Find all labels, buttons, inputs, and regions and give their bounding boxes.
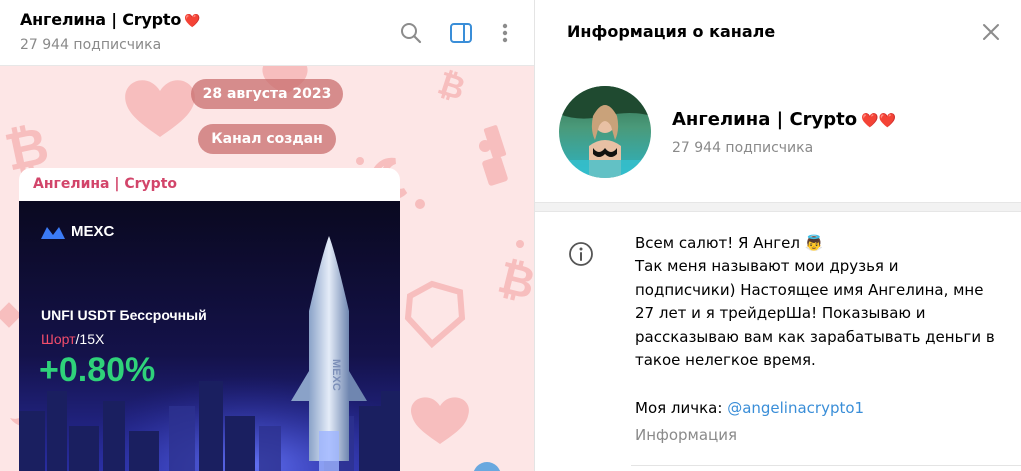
mexc-logo-text: MEXC [71, 223, 115, 240]
contact-line: Моя личка: @angelinacrypto1 [635, 399, 864, 417]
date-separator-pill: 28 августа 2023 [191, 79, 343, 109]
side-panel-icon[interactable] [448, 20, 474, 46]
description-line: рассказываю вам как зарабатывать деньги … [635, 327, 995, 346]
info-section-label: Информация [635, 426, 738, 444]
search-icon[interactable] [398, 20, 424, 46]
mexc-logo: MEXC [41, 223, 114, 240]
info-bottom-divider [631, 465, 1021, 466]
chat-header[interactable]: Ангелина | Crypto ❤️ 27 944 подписчика [0, 0, 534, 66]
position-direction: Шорт [41, 331, 76, 347]
channel-post[interactable]: Ангелина | Crypto MEXC MEXC UNFI USDT Бе… [19, 168, 400, 471]
info-icon [569, 242, 593, 266]
svg-text:₿: ₿ [493, 252, 534, 310]
description-line: подписчики) Настоящее имя Ангелина, мне [635, 280, 984, 299]
channel-description: Всем салют! Я Ангел 👼 Так меня называют … [635, 232, 995, 372]
more-vertical-icon[interactable] [492, 20, 518, 46]
channel-avatar[interactable] [559, 86, 651, 178]
position-side: Шорт/15X [41, 331, 104, 347]
contact-prefix: Моя личка: [635, 399, 728, 417]
description-line: 27 лет и я трейдерШа! Показываю и [635, 304, 926, 323]
chat-subscriber-count: 27 944 подписчика [20, 37, 162, 53]
channel-name-emoji: ❤️❤️ [861, 113, 897, 129]
trading-pair: UNFI USDT Бессрочный [41, 307, 207, 323]
channel-created-pill: Канал создан [198, 124, 336, 154]
avatar-photo [559, 86, 651, 178]
chat-pane: Ангелина | Crypto ❤️ 27 944 подписчика ₿ … [0, 0, 534, 471]
section-divider [535, 202, 1021, 212]
svg-text:₿: ₿ [433, 66, 470, 108]
chat-title-emoji: ❤️ [184, 14, 201, 29]
channel-name-text: Ангелина | Crypto [672, 109, 858, 130]
channel-subscriber-count: 27 944 подписчика [672, 140, 814, 156]
rocket-label: MEXC [330, 359, 342, 391]
description-line: Всем салют! Я Ангел 👼 [635, 234, 824, 252]
post-author[interactable]: Ангелина | Crypto [33, 176, 177, 192]
mexc-logo-icon [41, 226, 65, 239]
description-line: Так меня называют мои друзья и [635, 257, 899, 276]
channel-info-panel: Информация о канале Ангелина | Crypto ❤️❤… [534, 0, 1021, 471]
chat-title-text: Ангелина | Crypto [20, 10, 182, 29]
chat-title[interactable]: Ангелина | Crypto ❤️ [20, 10, 200, 29]
description-line: такое нелегкое время. [635, 351, 816, 370]
contact-username-link[interactable]: @angelinacrypto1 [727, 399, 864, 417]
post-image[interactable]: MEXC MEXC UNFI USDT Бессрочный Шорт/15X … [19, 201, 400, 471]
position-leverage: /15X [75, 331, 105, 347]
channel-name: Ангелина | Crypto ❤️❤️ [672, 109, 896, 130]
pnl-percentage: +0.80% [39, 351, 156, 389]
info-panel-title: Информация о канале [567, 22, 776, 41]
close-icon[interactable] [979, 20, 1003, 44]
